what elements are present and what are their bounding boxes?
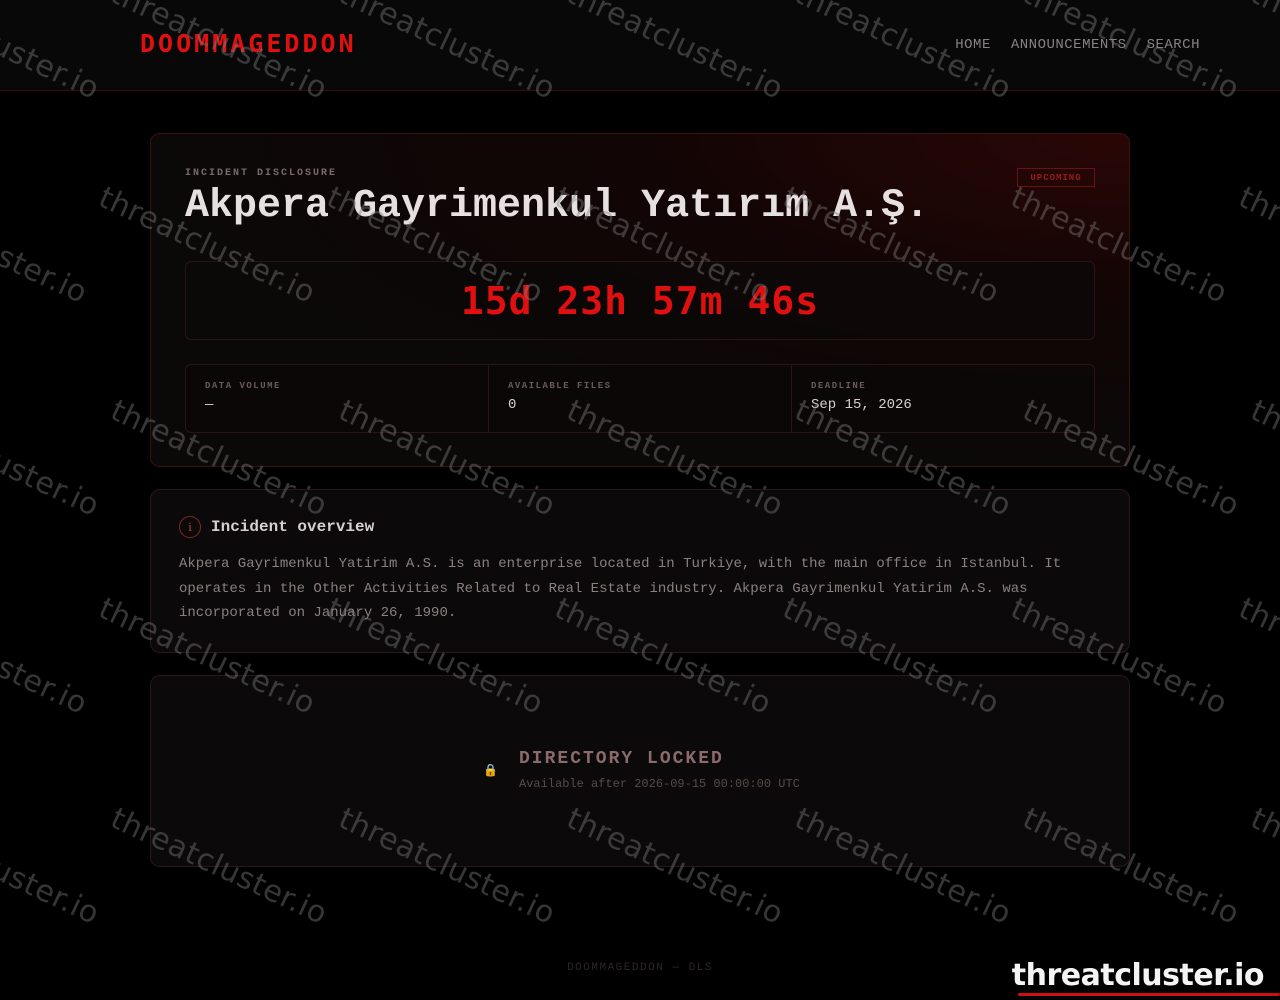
incident-overview-card: i Incident overview Akpera Gayrimenkul Y… xyxy=(150,489,1130,653)
overview-heading: i Incident overview xyxy=(179,516,374,538)
watermark-text: threatcluster.io xyxy=(1245,393,1280,524)
main-nav: HOME ANNOUNCEMENTS SEARCH xyxy=(955,37,1200,53)
locked-subtitle: Available after 2026-09-15 00:00:00 UTC xyxy=(519,777,800,791)
stat-value: — xyxy=(205,397,214,413)
stats-row: DATA VOLUME — AVAILABLE FILES 0 DEADLINE… xyxy=(185,364,1095,433)
nav-home-link[interactable]: HOME xyxy=(955,37,991,53)
locked-title: DIRECTORY LOCKED xyxy=(519,749,724,769)
brand-underline xyxy=(1018,993,1280,996)
watermark-text: threatcluster.io xyxy=(1245,801,1280,932)
site-logo[interactable]: DOOMMAGEDDON xyxy=(140,29,357,58)
overview-text: Akpera Gayrimenkul Yatirim A.S. is an en… xyxy=(179,556,1062,621)
overview-title: Incident overview xyxy=(211,518,375,536)
stat-available-files: AVAILABLE FILES 0 xyxy=(489,365,792,432)
incident-eyebrow: INCIDENT DISCLOSURE xyxy=(185,168,338,179)
info-icon: i xyxy=(179,516,201,538)
watermark-text: threatcluster.io xyxy=(0,180,93,311)
lock-icon: 🔒 xyxy=(483,763,498,777)
brand-watermark: threatcluster.io xyxy=(1011,958,1265,993)
top-header: DOOMMAGEDDON HOME ANNOUNCEMENTS SEARCH xyxy=(0,0,1280,91)
incident-hero-card: INCIDENT DISCLOSURE UPCOMING Akpera Gayr… xyxy=(150,133,1130,467)
directory-locked-card: 🔒 DIRECTORY LOCKED Available after 2026-… xyxy=(150,675,1130,867)
nav-search-link[interactable]: SEARCH xyxy=(1147,37,1200,53)
countdown-panel: 15d 23h 57m 46s xyxy=(185,261,1095,340)
status-badge: UPCOMING xyxy=(1017,168,1095,187)
watermark-text: threatcluster.io xyxy=(1233,180,1280,311)
stat-deadline: DEADLINE Sep 15, 2026 xyxy=(792,365,1094,432)
victim-title: Akpera Gayrimenkul Yatırım A.Ş. xyxy=(185,184,930,229)
countdown-timer: 15d 23h 57m 46s xyxy=(460,278,820,323)
watermark-text: threatcluster.io xyxy=(0,591,93,722)
stat-label: AVAILABLE FILES xyxy=(508,381,612,391)
stat-label: DEADLINE xyxy=(811,381,867,391)
watermark-text: threatcluster.io xyxy=(1233,591,1280,722)
watermark-text: threatcluster.io xyxy=(0,393,105,524)
nav-announcements-link[interactable]: ANNOUNCEMENTS xyxy=(1011,37,1127,53)
stat-data-volume: DATA VOLUME — xyxy=(186,365,489,432)
stat-value: Sep 15, 2026 xyxy=(811,397,912,413)
watermark-text: threatcluster.io xyxy=(0,801,105,932)
stat-value: 0 xyxy=(508,397,517,413)
stat-label: DATA VOLUME xyxy=(205,381,281,391)
